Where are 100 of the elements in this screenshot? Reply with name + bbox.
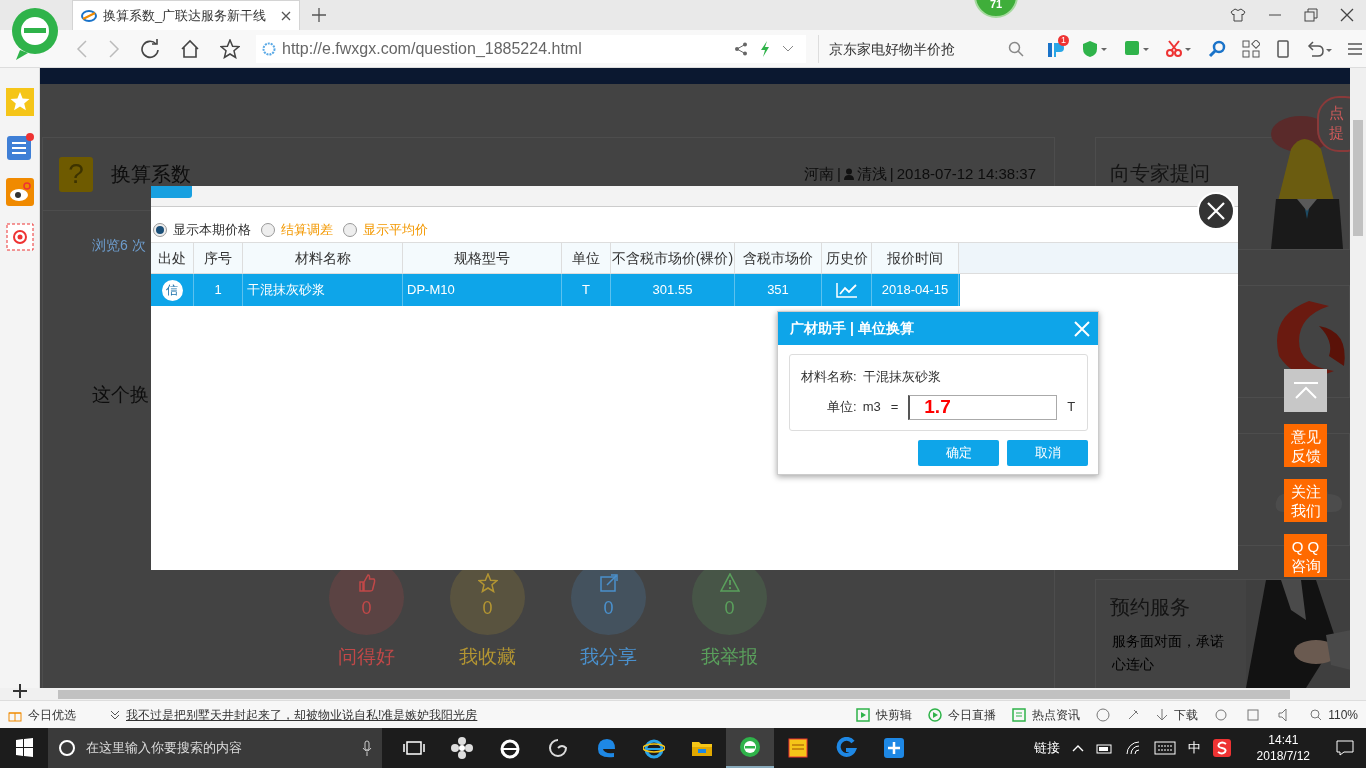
- radio-button[interactable]: [343, 223, 357, 237]
- new-tab-icon[interactable]: [312, 8, 326, 22]
- taskbar-app[interactable]: [726, 728, 774, 768]
- swirl-icon: [547, 737, 569, 759]
- browser-icon: [739, 736, 761, 758]
- status-label[interactable]: 今日优选: [28, 705, 76, 724]
- scrollbar-thumb[interactable]: [1353, 120, 1363, 236]
- table-cell: 干混抹灰砂浆: [243, 274, 403, 306]
- view-count: 浏览6 次: [92, 236, 146, 255]
- lightning-icon[interactable]: [760, 40, 770, 57]
- browser-icon: [643, 737, 665, 759]
- mail-icon[interactable]: [5, 223, 34, 251]
- side-button[interactable]: Q Q 咨询: [1284, 534, 1327, 577]
- phone-icon[interactable]: [1276, 39, 1290, 58]
- radio-label[interactable]: 显示平均价: [363, 220, 428, 240]
- radio-button[interactable]: [261, 223, 275, 237]
- cortana-icon[interactable]: [58, 739, 76, 757]
- shield-icon[interactable]: [1082, 39, 1108, 58]
- star-icon: [477, 572, 498, 593]
- table-cell: 2018-04-15: [872, 274, 959, 306]
- close-icon: [1074, 320, 1090, 337]
- zoom-level[interactable]: 110%: [1328, 705, 1358, 724]
- field-label: 材料名称:: [801, 368, 857, 386]
- refresh-icon[interactable]: [140, 38, 160, 59]
- play-circle-icon[interactable]: [928, 707, 943, 722]
- user-icon: [843, 168, 854, 180]
- share-icon: [598, 572, 619, 593]
- badge[interactable]: 71: [974, 0, 1018, 18]
- cancel-button[interactable]: 取消: [1007, 440, 1088, 466]
- battery-icon[interactable]: [1095, 742, 1114, 754]
- weibo-icon[interactable]: [5, 178, 34, 206]
- column-header: 报价时间: [872, 243, 959, 273]
- fan-icon: [451, 737, 473, 759]
- grid-icon[interactable]: [1242, 39, 1260, 58]
- tray-label[interactable]: 链接: [1033, 738, 1060, 758]
- radio-label[interactable]: 显示本期价格: [173, 220, 251, 240]
- side-button[interactable]: 关注 我们: [1284, 479, 1327, 522]
- home-icon[interactable]: [180, 38, 200, 59]
- scrollbar-thumb[interactable]: [58, 690, 1290, 699]
- share-icon[interactable]: [734, 41, 748, 56]
- browser-tab[interactable]: 换算系数_广联达服务新干线: [72, 0, 300, 30]
- sogou-icon[interactable]: [1212, 739, 1231, 757]
- action-label[interactable]: 我收藏: [459, 642, 516, 671]
- zoom-icon[interactable]: [1310, 708, 1323, 721]
- unit-label: T: [1067, 398, 1076, 417]
- list-icon[interactable]: [5, 133, 34, 161]
- chevrons-icon[interactable]: [110, 709, 120, 720]
- restore-icon[interactable]: [1304, 8, 1318, 22]
- play-icon[interactable]: [856, 707, 871, 722]
- column-header: 材料名称: [243, 243, 403, 273]
- star-icon[interactable]: [220, 38, 240, 59]
- pin-icon[interactable]: [1126, 707, 1141, 722]
- news-link[interactable]: 我不过是把别墅天井封起来了，却被物业说自私!准是嫉妒我阳光房: [126, 705, 478, 724]
- add-icon[interactable]: [13, 684, 27, 698]
- notification-icon[interactable]: [1336, 740, 1354, 756]
- microphone-icon[interactable]: [362, 740, 372, 756]
- search-box[interactable]: 在这里输入你要搜索的内容: [48, 728, 382, 768]
- confirm-button[interactable]: 确定: [918, 440, 999, 466]
- status-item[interactable]: 快剪辑: [876, 705, 913, 724]
- menu-icon[interactable]: [1348, 41, 1362, 56]
- close-icon[interactable]: [281, 10, 291, 21]
- source-badge: 信: [161, 279, 183, 301]
- close-icon: [1207, 202, 1225, 220]
- undo-icon[interactable]: [1306, 39, 1332, 58]
- notepad-icon: [787, 737, 809, 759]
- site-icon: [262, 41, 276, 56]
- clock[interactable]: 14:41 2018/7/12: [1256, 732, 1310, 764]
- radio-label[interactable]: 结算调差: [281, 220, 333, 240]
- action-label[interactable]: 问得好: [338, 642, 395, 671]
- download-icon[interactable]: [1156, 707, 1169, 722]
- status-item[interactable]: 今日直播: [948, 705, 997, 724]
- scissors-icon[interactable]: [1166, 39, 1192, 58]
- address-field[interactable]: http://e.fwxgx.com/question_1885224.html: [256, 34, 806, 63]
- search-icon[interactable]: [1008, 40, 1024, 57]
- close-icon[interactable]: [1340, 8, 1354, 22]
- equals-sign: =: [890, 398, 899, 417]
- wifi-icon[interactable]: [1125, 741, 1142, 755]
- shirt-icon[interactable]: [1230, 8, 1246, 22]
- status-item[interactable]: 热点资讯: [1032, 705, 1081, 724]
- table-cell: 351: [735, 274, 822, 306]
- search-field[interactable]: 在这里输入你要搜索的内容: [84, 737, 354, 759]
- keyboard-icon[interactable]: [1153, 741, 1176, 755]
- radio-button[interactable]: [153, 223, 167, 237]
- magnifier-icon[interactable]: [1208, 39, 1226, 58]
- input-field[interactable]: 1.7: [908, 394, 1058, 420]
- table-row[interactable]: 信 1 干混抹灰砂浆 DP-M10 T 301.55 351 2018-04-15: [151, 274, 960, 306]
- action-label[interactable]: 我分享: [580, 642, 637, 671]
- ime-indicator[interactable]: 中: [1187, 738, 1201, 758]
- browser-icon: [499, 737, 521, 759]
- chevron-up-icon[interactable]: [1071, 744, 1084, 752]
- plus-icon: [883, 737, 905, 759]
- chart-icon[interactable]: [835, 282, 858, 298]
- side-button[interactable]: 意见 反馈: [1284, 424, 1327, 467]
- table-cell: 1: [194, 274, 243, 306]
- action-label[interactable]: 我举报: [701, 642, 758, 671]
- chevron-icon[interactable]: [782, 44, 794, 53]
- column-header: 含税市场价: [735, 243, 822, 273]
- card-text: 服务面对面，承诺心连心: [1112, 632, 1225, 674]
- search-field[interactable]: 京东家电好物半价抢: [818, 34, 1008, 63]
- status-item[interactable]: 下载: [1174, 705, 1199, 724]
